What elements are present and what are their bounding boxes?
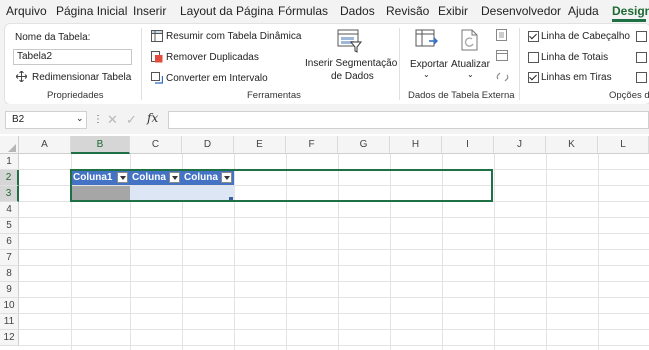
confirm-icon[interactable]: ✓ (126, 112, 137, 128)
ribbon-separator (519, 28, 520, 100)
tab-dados[interactable]: Dados (340, 4, 375, 18)
group-label-ferramentas: Ferramentas (247, 90, 301, 101)
tab-formulas[interactable]: Fórmulas (278, 4, 328, 18)
row-header[interactable]: 8 (0, 266, 19, 282)
selection-range (70, 169, 493, 202)
column-header[interactable]: H (390, 136, 442, 154)
group-label-dados-externos: Dados de Tabela Externa (408, 90, 515, 101)
row-header[interactable]: 3 (0, 186, 19, 202)
tab-ajuda[interactable]: Ajuda (568, 4, 599, 18)
tab-desenvolvedor[interactable]: Desenvolvedor (481, 4, 561, 18)
refresh-icon (459, 28, 481, 55)
gridline (19, 217, 649, 218)
tab-pagina-inicial[interactable]: Página Inicial (56, 4, 127, 18)
name-box-value: B2 (12, 114, 25, 125)
table-name-label: Nome da Tabela: (15, 32, 91, 43)
header-row-label: Linha de Cabeçalho (541, 31, 630, 42)
gridline (19, 345, 649, 346)
gridline (19, 313, 649, 314)
slicer-icon (337, 29, 363, 56)
pivot-summary-button[interactable]: Resumir com Tabela Dinâmica (166, 31, 301, 42)
gridline (19, 233, 649, 234)
column-header[interactable]: C (130, 136, 182, 154)
first-column-checkbox[interactable] (636, 31, 647, 42)
cancel-icon[interactable]: ✕ (107, 112, 118, 128)
column-header[interactable]: E (234, 136, 286, 154)
total-row-checkbox[interactable] (528, 52, 539, 63)
row-header[interactable]: 5 (0, 218, 19, 234)
tab-arquivo[interactable]: Arquivo (6, 4, 47, 18)
refresh-button[interactable]: Atualizar (451, 59, 490, 70)
group-label-propriedades: Propriedades (47, 90, 104, 101)
column-header[interactable]: L (598, 136, 649, 154)
group-label-opcoes: Opções d (609, 90, 649, 101)
convert-to-range-button[interactable]: Converter em Intervalo (166, 73, 268, 84)
remove-duplicates-button[interactable]: Remover Duplicadas (166, 52, 259, 63)
row-header[interactable]: 4 (0, 202, 19, 218)
column-header[interactable]: G (338, 136, 390, 154)
export-icon (415, 28, 439, 55)
row-header[interactable]: 1 (0, 154, 19, 170)
gridline (546, 154, 547, 350)
row-header[interactable]: 6 (0, 234, 19, 250)
select-all-corner[interactable] (0, 136, 19, 154)
gridline (19, 329, 649, 330)
tab-exibir[interactable]: Exibir (438, 4, 468, 18)
gridline (19, 265, 649, 266)
header-row-checkbox[interactable] (528, 31, 539, 42)
tab-design[interactable]: Design (612, 4, 649, 18)
row-header[interactable]: 12 (0, 330, 19, 346)
row-header[interactable]: 9 (0, 282, 19, 298)
chevron-down-icon[interactable]: ⌄ (76, 113, 84, 124)
row-header[interactable]: 11 (0, 314, 19, 330)
name-box[interactable]: B2 ⌄ (5, 111, 87, 129)
formula-input[interactable] (168, 111, 649, 129)
properties-icon[interactable] (496, 29, 508, 44)
open-browser-icon[interactable] (496, 50, 508, 65)
tab-inserir[interactable]: Inserir (133, 4, 166, 18)
banded-rows-label: Linhas em Tiras (541, 72, 612, 83)
column-header[interactable]: B (71, 136, 130, 154)
row-header[interactable]: 7 (0, 250, 19, 266)
gridline (494, 154, 495, 350)
insert-function-icon[interactable]: fx (147, 111, 158, 125)
table-name-input[interactable]: Tabela2 (13, 49, 132, 65)
convert-range-icon (151, 72, 164, 87)
banded-rows-checkbox[interactable] (528, 72, 539, 83)
column-header[interactable]: F (286, 136, 338, 154)
tab-layout[interactable]: Layout da Página (180, 4, 273, 18)
pivot-table-icon (151, 30, 163, 45)
more-options-icon[interactable]: ⋮ (93, 114, 103, 125)
chevron-down-icon[interactable]: ⌄ (467, 70, 474, 79)
remove-duplicates-icon (151, 51, 163, 66)
unlink-icon[interactable] (496, 71, 509, 86)
ribbon-separator (141, 28, 142, 100)
gridline (19, 249, 649, 250)
gridline (598, 154, 599, 350)
gridline (19, 297, 649, 298)
banded-columns-checkbox[interactable] (636, 72, 647, 83)
export-button[interactable]: Exportar (410, 59, 448, 70)
total-row-label: Linha de Totais (541, 52, 609, 63)
insert-slicer-button[interactable]: Inserir Segmentação (305, 58, 397, 69)
menu-bar: Arquivo Página Inicial Inserir Layout da… (0, 0, 649, 22)
column-header[interactable]: K (546, 136, 598, 154)
last-column-checkbox[interactable] (636, 52, 647, 63)
resize-icon (15, 70, 28, 85)
insert-slicer-button-line2[interactable]: de Dados (331, 71, 374, 82)
tab-revisao[interactable]: Revisão (386, 4, 429, 18)
column-header[interactable]: J (494, 136, 546, 154)
resize-table-button[interactable]: Redimensionar Tabela (32, 72, 131, 83)
row-header[interactable]: 10 (0, 298, 19, 314)
gridline (19, 281, 649, 282)
chevron-down-icon[interactable]: ⌄ (423, 70, 430, 79)
column-header[interactable]: D (182, 136, 234, 154)
ribbon-separator (399, 28, 400, 100)
column-header[interactable]: A (19, 136, 71, 154)
column-header[interactable]: I (442, 136, 494, 154)
row-header[interactable]: 2 (0, 170, 19, 186)
